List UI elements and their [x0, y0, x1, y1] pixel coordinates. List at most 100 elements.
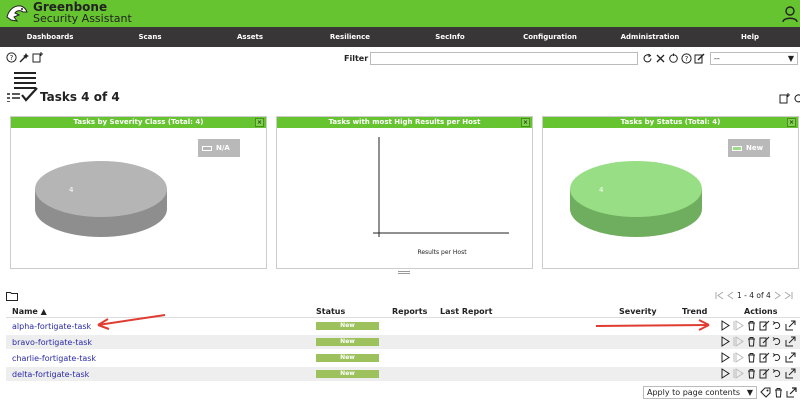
reset-filter-icon[interactable] [655, 53, 666, 64]
filter-select-value: -- [714, 54, 720, 63]
column-header-last-report[interactable]: Last Report [440, 307, 492, 316]
svg-text:?: ? [10, 54, 14, 62]
row-actions [720, 352, 796, 363]
resume-icon[interactable] [733, 368, 744, 379]
edit-icon[interactable] [759, 368, 770, 379]
task-name-link[interactable]: delta-fortigate-task [12, 370, 89, 379]
bulk-action-select[interactable]: Apply to page contents ▼ [643, 386, 757, 399]
close-icon[interactable]: × [521, 118, 530, 127]
help-icon[interactable]: ? [6, 52, 17, 63]
user-icon[interactable] [781, 5, 799, 23]
table-row: bravo-fortigate-task New [6, 335, 800, 349]
column-header-severity[interactable]: Severity [619, 307, 657, 316]
row-actions [720, 336, 796, 347]
pagination-text: 1 - 4 of 4 [737, 291, 771, 300]
filter-input[interactable] [370, 52, 638, 65]
reset-dashboard-icon[interactable] [793, 93, 800, 104]
edit-icon[interactable] [759, 336, 770, 347]
panel-title: Tasks with most High Results per Host × [277, 117, 532, 128]
row-actions [720, 368, 796, 379]
chevron-down-icon: ▼ [787, 54, 794, 63]
resume-icon[interactable] [733, 320, 744, 331]
start-icon[interactable] [720, 368, 731, 379]
pagination: 1 - 4 of 4 [715, 291, 793, 300]
pie-label: 4 [69, 186, 74, 194]
delete-icon[interactable] [746, 320, 757, 331]
delete-icon[interactable] [746, 336, 757, 347]
next-page-icon[interactable] [773, 291, 782, 300]
resume-icon[interactable] [733, 336, 744, 347]
nav-resilience[interactable]: Resilience [300, 33, 400, 41]
last-page-icon[interactable] [784, 291, 793, 300]
export-icon[interactable] [785, 368, 796, 379]
tag-icon[interactable] [760, 387, 771, 398]
column-header-actions: Actions [744, 307, 778, 316]
greenbone-logo-icon[interactable] [5, 3, 29, 24]
filter-icons: ? [642, 53, 705, 64]
page-title: Tasks 4 of 4 [40, 90, 120, 104]
close-icon[interactable]: × [255, 118, 264, 127]
nav-help[interactable]: Help [700, 33, 800, 41]
pie-slice[interactable] [570, 161, 702, 217]
export-icon[interactable] [785, 352, 796, 363]
wizard-icon[interactable] [19, 52, 30, 63]
clone-icon[interactable] [772, 320, 783, 331]
export-icon[interactable] [786, 387, 797, 398]
chevron-down-icon: ▼ [746, 388, 753, 397]
close-icon[interactable]: × [787, 118, 796, 127]
clone-icon[interactable] [772, 352, 783, 363]
new-task-icon[interactable] [32, 52, 43, 63]
start-icon[interactable] [720, 320, 731, 331]
edit-icon[interactable] [759, 352, 770, 363]
main-nav: Dashboards Scans Assets Resilience SecIn… [0, 27, 800, 47]
folder-icon[interactable] [6, 291, 18, 301]
column-header-reports[interactable]: Reports [392, 307, 427, 316]
clone-icon[interactable] [772, 368, 783, 379]
x-axis-label: Results per Host [417, 249, 467, 256]
task-name-link[interactable]: charlie-fortigate-task [12, 354, 96, 363]
filter-select[interactable]: -- ▼ [710, 52, 798, 65]
edit-icon[interactable] [759, 320, 770, 331]
nav-administration[interactable]: Administration [600, 33, 700, 41]
nav-dashboards[interactable]: Dashboards [0, 33, 100, 41]
column-header-trend[interactable]: Trend [682, 307, 707, 316]
nav-configuration[interactable]: Configuration [500, 33, 600, 41]
reload-icon[interactable] [668, 53, 679, 64]
clone-icon[interactable] [772, 336, 783, 347]
nav-scans[interactable]: Scans [100, 33, 200, 41]
status-badge: New [316, 354, 379, 362]
toolbar-icons: ? [6, 52, 43, 63]
export-icon[interactable] [785, 320, 796, 331]
task-name-link[interactable]: bravo-fortigate-task [12, 338, 92, 347]
add-dashboard-icon[interactable] [779, 93, 790, 104]
svg-text:?: ? [685, 55, 689, 63]
refresh-icon[interactable] [642, 53, 653, 64]
results-chart-title: Tasks with most High Results per Host [328, 118, 481, 126]
dashboard-resize-handle[interactable] [398, 271, 410, 274]
delete-icon[interactable] [746, 368, 757, 379]
status-chart-title: Tasks by Status (Total: 4) [620, 118, 721, 126]
resume-icon[interactable] [733, 352, 744, 363]
task-name-link[interactable]: alpha-fortigate-task [12, 322, 91, 331]
pie-slice[interactable] [35, 161, 167, 217]
start-icon[interactable] [720, 352, 731, 363]
export-icon[interactable] [785, 336, 796, 347]
first-page-icon[interactable] [715, 291, 724, 300]
brand-subtitle: Security Assistant [33, 12, 132, 25]
dashboard-controls [779, 93, 800, 104]
delete-icon[interactable] [773, 387, 784, 398]
column-header-name[interactable]: Name ▲ [12, 307, 47, 316]
edit-filter-icon[interactable] [694, 53, 705, 64]
table-row: charlie-fortigate-task New [6, 351, 800, 365]
pie-label: 4 [599, 186, 604, 194]
nav-secinfo[interactable]: SecInfo [400, 33, 500, 41]
delete-icon[interactable] [746, 352, 757, 363]
filter-help-icon[interactable]: ? [681, 53, 692, 64]
column-header-status[interactable]: Status [316, 307, 345, 316]
previous-page-icon[interactable] [726, 291, 735, 300]
status-chart-panel: Tasks by Status (Total: 4) × New 4 [542, 116, 799, 269]
status-badge: New [316, 370, 379, 378]
nav-assets[interactable]: Assets [200, 33, 300, 41]
panel-title: Tasks by Status (Total: 4) × [543, 117, 798, 128]
start-icon[interactable] [720, 336, 731, 347]
